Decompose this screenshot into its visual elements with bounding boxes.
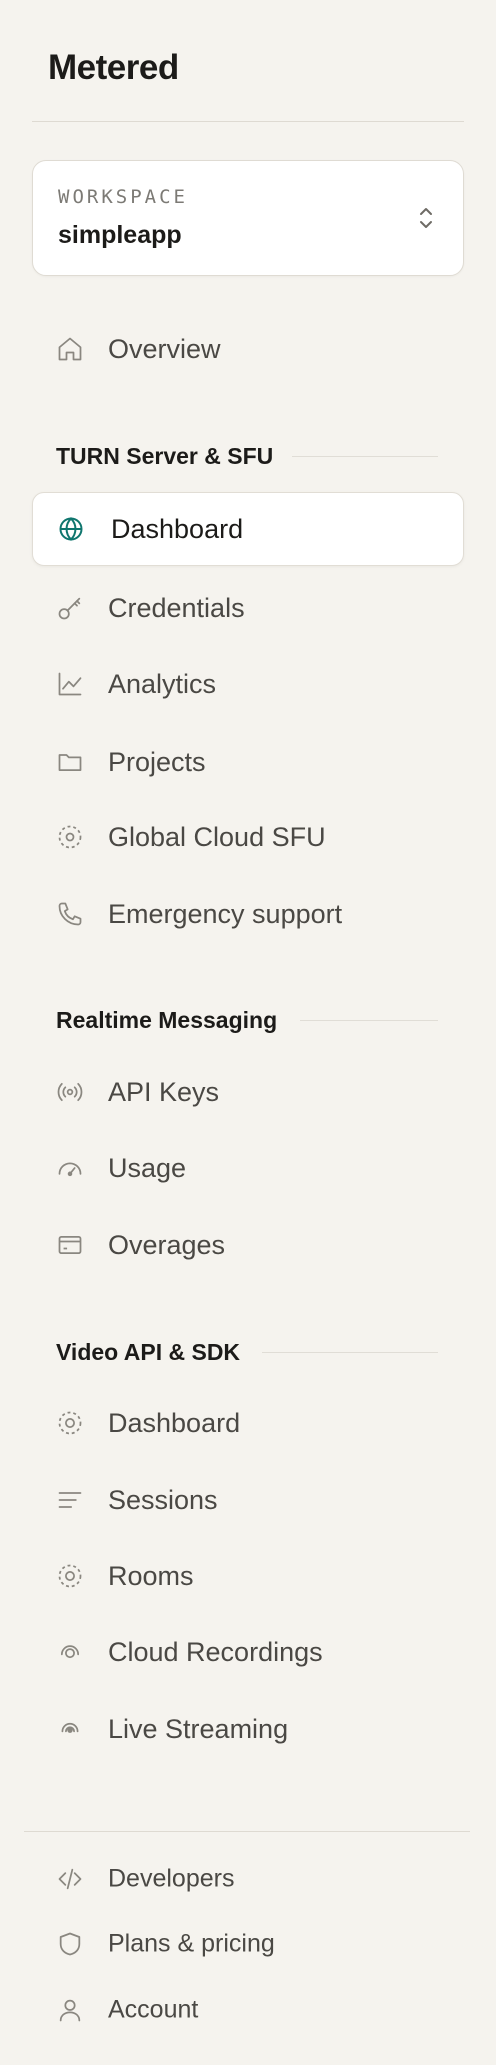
nav-item-credentials[interactable]: Credentials (32, 571, 464, 645)
section-divider (300, 1020, 438, 1021)
nav-item-label: Analytics (108, 668, 217, 699)
nav-item-label: Dashboard (111, 513, 244, 544)
brand-name: Metered (48, 48, 179, 87)
chevron-up-down-icon (417, 205, 435, 231)
divider (24, 1831, 470, 1832)
nav-item-label: Global Cloud SFU (108, 821, 326, 852)
nav-item-label: Plans & pricing (108, 1929, 275, 1958)
nav-item-cloud-recordings[interactable]: Cloud Recordings (32, 1615, 464, 1689)
section-heading-messaging: Realtime Messaging (56, 1007, 278, 1033)
nav-item-label: Emergency support (108, 898, 343, 929)
target-dashed-icon (56, 1409, 84, 1437)
nav-item-label: Projects (108, 746, 206, 777)
nav-item-label: Cloud Recordings (108, 1636, 323, 1667)
home-icon (56, 335, 84, 363)
nav-item-label: Usage (108, 1152, 187, 1183)
line-chart-icon (56, 670, 84, 698)
workspace-switcher[interactable]: WORKSPACE simpleapp (32, 160, 464, 276)
credit-card-icon (56, 1231, 84, 1259)
section-heading-turn: TURN Server & SFU (56, 443, 274, 469)
target-dashed-icon (56, 823, 84, 851)
code-icon (56, 1865, 84, 1893)
nav-item-label: Sessions (108, 1484, 218, 1515)
nav-item-label: Overview (108, 333, 221, 364)
nav-item-usage[interactable]: Usage (32, 1131, 464, 1205)
nav-item-analytics[interactable]: Analytics (32, 647, 464, 721)
workspace-label: WORKSPACE (58, 186, 188, 208)
nav-item-label: Credentials (108, 592, 245, 623)
nav-item-overview[interactable]: Overview (32, 312, 464, 386)
user-icon (56, 1996, 84, 2024)
broadcast-icon (56, 1078, 84, 1106)
nav-item-developers[interactable]: Developers (32, 1849, 464, 1909)
shield-icon (56, 1930, 84, 1958)
nav-item-emergency-support[interactable]: Emergency support (32, 877, 464, 951)
key-icon (56, 594, 84, 622)
nav-item-label: Dashboard (108, 1407, 241, 1438)
live-broadcast-icon (56, 1715, 84, 1743)
workspace-name: simpleapp (58, 221, 182, 249)
phone-icon (56, 900, 84, 928)
globe-icon (57, 515, 85, 543)
nav-item-label: Developers (108, 1864, 235, 1893)
section-divider (262, 1352, 438, 1353)
nav-item-label: API Keys (108, 1076, 220, 1107)
nav-item-overages[interactable]: Overages (32, 1208, 464, 1282)
nav-item-sessions[interactable]: Sessions (32, 1463, 464, 1537)
folder-icon (56, 748, 84, 776)
nav-item-live-streaming[interactable]: Live Streaming (32, 1692, 464, 1766)
section-divider (292, 456, 438, 457)
divider (32, 121, 464, 122)
lines-icon (56, 1486, 84, 1514)
nav-item-projects[interactable]: Projects (32, 725, 464, 799)
nav-item-global-cloud-sfu[interactable]: Global Cloud SFU (32, 800, 464, 874)
nav-item-video-dashboard[interactable]: Dashboard (32, 1386, 464, 1460)
nav-item-label: Live Streaming (108, 1713, 289, 1744)
target-dashed-icon (56, 1562, 84, 1590)
gauge-icon (56, 1154, 84, 1182)
nav-item-label: Overages (108, 1229, 226, 1260)
nav-item-label: Rooms (108, 1560, 194, 1591)
nav-item-label: Account (108, 1995, 199, 2024)
nav-item-rooms[interactable]: Rooms (32, 1539, 464, 1613)
section-heading-video: Video API & SDK (56, 1339, 241, 1365)
sidebar: Metered WORKSPACE simpleapp Overview TUR… (0, 0, 496, 2065)
nav-item-turn-dashboard[interactable]: Dashboard (32, 492, 464, 566)
nav-item-account[interactable]: Account (32, 1980, 464, 2040)
nav-item-plans-pricing[interactable]: Plans & pricing (32, 1914, 464, 1974)
record-icon (56, 1638, 84, 1666)
nav-item-api-keys[interactable]: API Keys (32, 1055, 464, 1129)
